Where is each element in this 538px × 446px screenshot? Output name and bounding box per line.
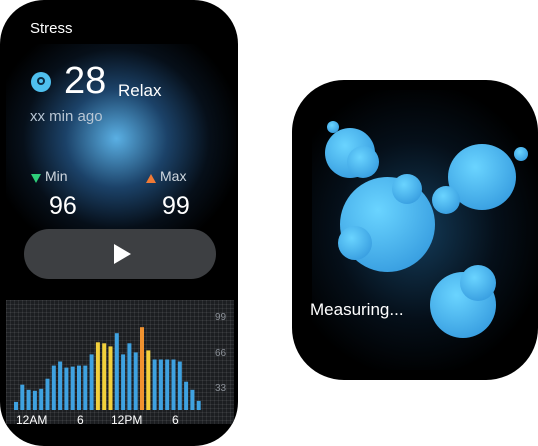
bubble-decoration (338, 226, 372, 260)
chart-bar (171, 359, 176, 410)
chart-bar (26, 389, 31, 410)
y-tick-label: 66 (215, 348, 227, 359)
stress-face-icon (31, 72, 51, 92)
chart-bar (32, 390, 37, 410)
stress-status: Relax (118, 81, 162, 100)
bubble-decoration (460, 265, 496, 301)
bubble-decoration (514, 147, 528, 161)
x-tick-label: 12PM (111, 413, 143, 427)
chart-bar (146, 350, 151, 410)
chart-bar (158, 359, 163, 410)
chart-bar (58, 361, 63, 410)
chart-bar (177, 361, 182, 410)
chart-bar (77, 365, 81, 410)
chart-bar (70, 366, 75, 410)
y-tick-label: 33 (215, 383, 227, 394)
bubble-decoration (347, 146, 379, 178)
min-label: Min (45, 168, 68, 184)
chart-bar (89, 354, 94, 410)
last-measured-time: xx min ago (30, 108, 103, 125)
chart-bar (51, 365, 56, 410)
chart-bar (165, 359, 170, 410)
stress-watch-screen: Stress 28 Relax xx min ago Min Max 96 99… (0, 0, 238, 446)
measuring-status: Measuring... (310, 300, 404, 319)
chart-svg (14, 327, 201, 410)
min-down-arrow-icon (31, 174, 41, 183)
stress-bar-chart (6, 300, 234, 424)
chart-bar (14, 401, 18, 410)
chart-bar (190, 389, 195, 410)
max-label: Max (160, 168, 187, 184)
measuring-watch-screen: Measuring... (292, 80, 538, 380)
chart-bar (64, 367, 69, 410)
max-up-arrow-icon (146, 174, 156, 183)
chart-bar (140, 327, 144, 410)
bubble-decoration (432, 186, 460, 214)
chart-bar (83, 365, 88, 410)
x-tick-label: 6 (172, 413, 179, 427)
chart-bar (39, 388, 44, 410)
chart-bar (114, 333, 119, 410)
chart-bar (121, 354, 126, 410)
chart-bar (133, 352, 138, 410)
chart-bar (196, 400, 201, 410)
chart-bar (108, 346, 113, 410)
chart-bar (184, 381, 189, 410)
x-tick-label: 6 (77, 413, 84, 427)
chart-bar (45, 378, 50, 410)
app-title: Stress (30, 20, 73, 37)
max-value: 99 (162, 192, 190, 220)
chart-bar (152, 359, 157, 410)
y-tick-label: 99 (215, 312, 227, 323)
play-icon (114, 244, 131, 264)
stress-value: 28 (64, 60, 107, 102)
chart-bar (20, 384, 25, 410)
x-tick-label: 12AM (16, 413, 48, 427)
bubble-decoration (392, 174, 422, 204)
chart-bar (102, 343, 107, 410)
min-value: 96 (49, 192, 77, 220)
chart-bar (95, 342, 100, 410)
chart-bar (127, 343, 132, 410)
start-measure-button[interactable] (24, 229, 216, 279)
